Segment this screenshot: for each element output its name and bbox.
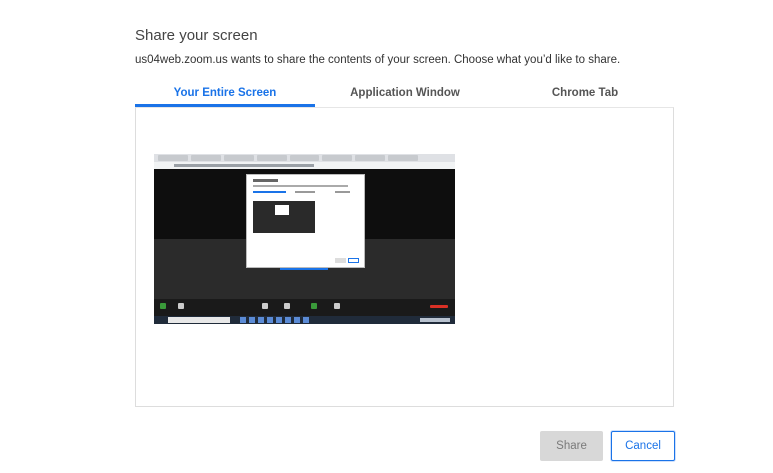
thumbnail-taskbar — [154, 316, 455, 324]
entire-screen-thumbnail[interactable] — [154, 154, 455, 324]
thumbnail-share-dialog — [246, 174, 365, 268]
thumbnail-meeting-controls — [154, 299, 455, 316]
tab-entire-screen[interactable]: Your Entire Screen — [135, 81, 315, 107]
tab-chrome-tab[interactable]: Chrome Tab — [495, 81, 675, 107]
thumbnail-chrome-tabbar — [154, 154, 455, 162]
share-button[interactable]: Share — [540, 431, 603, 461]
tab-bar: Your Entire Screen Application Window Ch… — [135, 81, 675, 107]
share-screen-title: Share your screen — [135, 27, 258, 44]
cancel-button[interactable]: Cancel — [611, 431, 675, 461]
thumbnail-address-bar — [154, 162, 455, 169]
share-screen-subtitle: us04web.zoom.us wants to share the conte… — [135, 54, 621, 66]
tab-application-window[interactable]: Application Window — [315, 81, 495, 107]
